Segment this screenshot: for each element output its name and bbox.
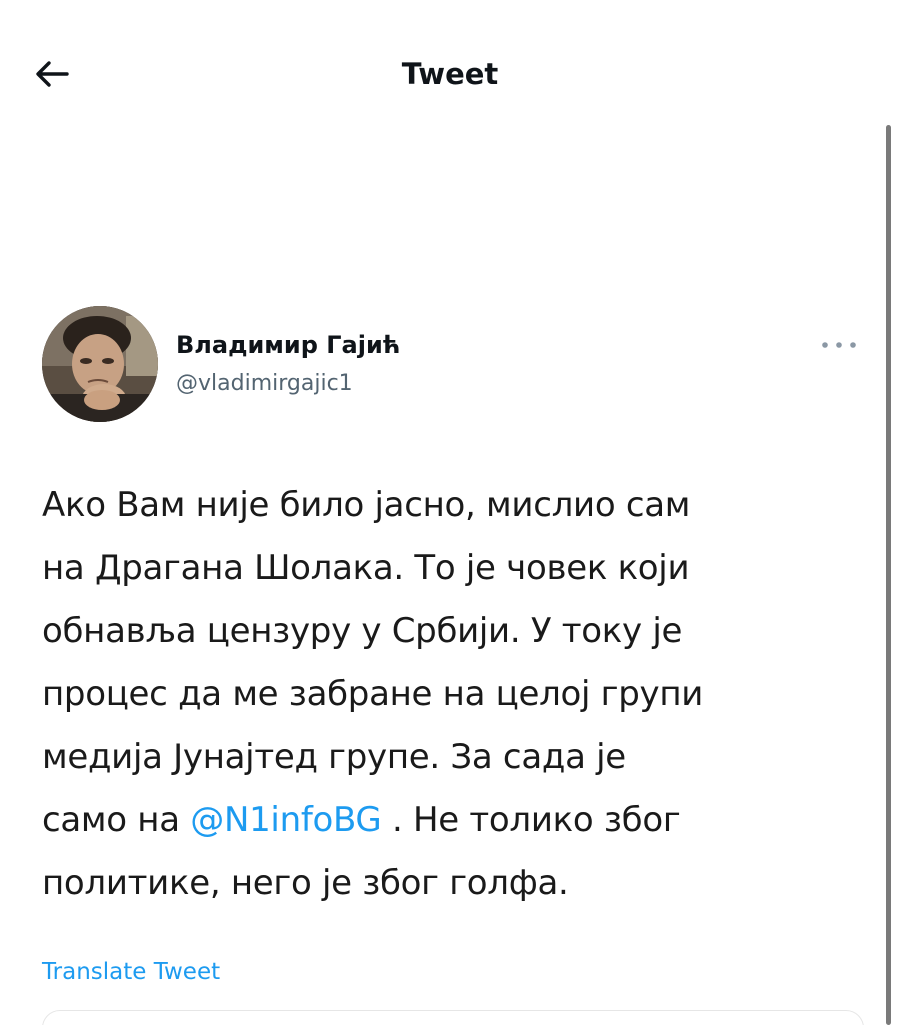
- tweet-line: процес да ме забране на целој групи: [42, 674, 704, 714]
- avatar-photo: [42, 306, 158, 422]
- tweet-line-text: само на: [42, 800, 191, 840]
- author-handle[interactable]: @vladimirgajic1: [176, 370, 353, 398]
- scrollbar[interactable]: [886, 125, 891, 1025]
- translate-tweet-link[interactable]: Translate Tweet: [42, 955, 220, 989]
- tweet-line: Ако Вам није било јасно, мислио сам: [42, 485, 691, 525]
- avatar[interactable]: [42, 306, 158, 422]
- tweet-line: обнавља цензуру у Србији. У току је: [42, 611, 683, 651]
- more-button[interactable]: [817, 334, 861, 356]
- next-card-edge: [42, 1010, 864, 1025]
- tweet-line: политике, него је због голфа.: [42, 863, 569, 903]
- tweet-line: само на @N1infoBG . Не толико због: [42, 789, 862, 852]
- mention-link[interactable]: @N1infoBG: [190, 800, 382, 840]
- author-name[interactable]: Владимир Гајић: [176, 330, 400, 360]
- page-title: Tweet: [401, 57, 499, 91]
- tweet-line: медија Јунајтед групе. За сада је: [42, 737, 626, 777]
- more-dots-icon: [822, 342, 856, 348]
- tweet-line-text: . Не толико због: [381, 800, 681, 840]
- tweet-text: Ако Вам није било јасно, мислио сам на Д…: [42, 474, 862, 915]
- tweet-author: Владимир Гајић @vladimirgajic1: [42, 306, 862, 424]
- top-bar: Tweet: [0, 0, 900, 140]
- tweet-line: на Драгана Шолака. То је човек који: [42, 548, 690, 588]
